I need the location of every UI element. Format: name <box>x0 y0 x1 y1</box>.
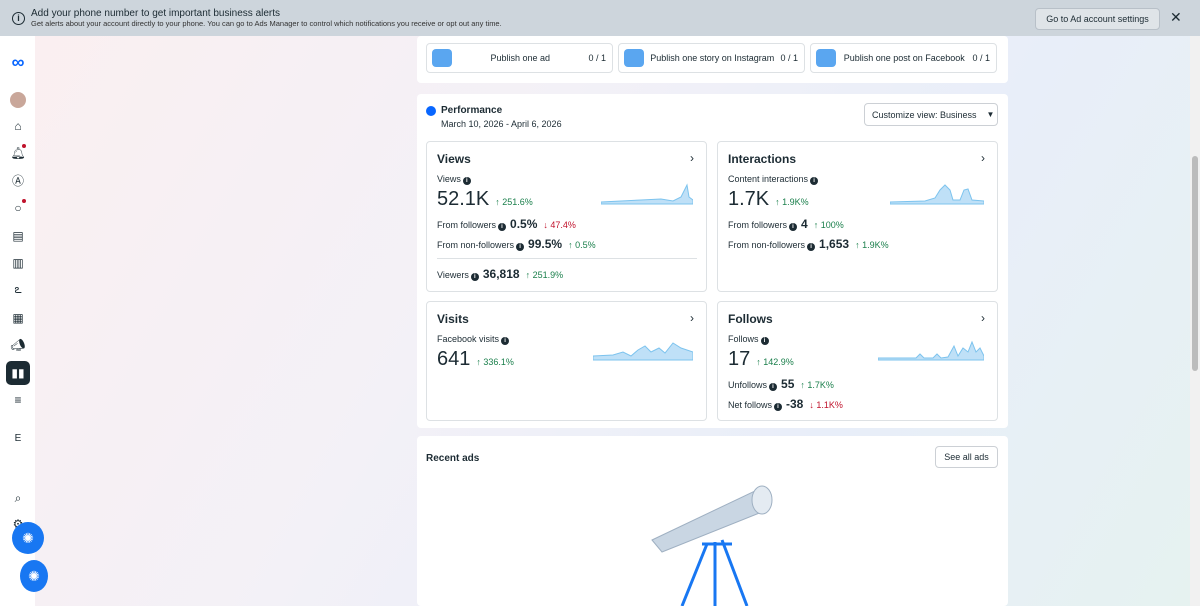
performance-card: Performance March 10, 2026 - April 6, 20… <box>417 94 1008 428</box>
megaphone-icon[interactable]: 📣︎ <box>6 333 30 357</box>
account-initial[interactable]: E <box>6 426 30 450</box>
calendar-icon[interactable]: ▦ <box>6 306 30 330</box>
notifications-icon[interactable]: 🔔︎ <box>6 141 30 165</box>
chevron-right-icon[interactable]: › <box>981 311 985 325</box>
assistant-icon[interactable]: ✺ <box>12 522 44 554</box>
ad-icon <box>432 49 452 67</box>
caret-down-icon: ▼ <box>986 110 995 119</box>
info-icon: i <box>12 11 25 25</box>
search-icon[interactable]: ⌕ <box>6 486 30 510</box>
task-publish-story[interactable]: Publish one story on Instagram 0 / 1 <box>618 43 805 73</box>
banner-title: Add your phone number to get important b… <box>31 8 281 19</box>
tasks-card: Publish one ad 0 / 1 Publish one story on… <box>417 36 1008 83</box>
ad-account-settings-button[interactable]: Go to Ad account settings <box>1035 8 1160 30</box>
monetization-icon[interactable]: ఽ <box>6 278 30 302</box>
visits-card[interactable]: Visits › Facebook visits i 641 ↑ 336.1% <box>426 301 707 421</box>
date-range: March 10, 2026 - April 6, 2026 <box>441 119 562 129</box>
avatar[interactable] <box>10 92 26 108</box>
scrollbar[interactable] <box>1190 36 1200 606</box>
scrollbar-thumb[interactable] <box>1192 156 1198 371</box>
banner-subtitle: Get alerts about your account directly t… <box>31 19 502 28</box>
contacts-icon[interactable]: ▤ <box>6 224 30 248</box>
chevron-right-icon[interactable]: › <box>690 311 694 325</box>
telescope-illustration <box>651 485 773 606</box>
sidebar: ∞ ⌂ 🔔︎ Ⓐ ○ ▤ ▥ ఽ ▦ 📣︎ ▮▮ ≡ E ⌕ ⚙ <box>0 36 35 606</box>
post-icon <box>816 49 836 67</box>
meta-logo-icon[interactable]: ∞ <box>6 50 30 74</box>
views-card[interactable]: Views › Views i 52.1K ↑ 251.6% From followe… <box>426 141 707 292</box>
see-all-ads-button[interactable]: See all ads <box>935 446 998 468</box>
recent-ads-card: Recent ads See all ads <box>417 436 1008 606</box>
views-sparkline <box>601 183 693 205</box>
help-icon[interactable]: ✺ <box>20 560 48 592</box>
visits-sparkline <box>593 342 693 361</box>
insights-icon[interactable]: ▮▮ <box>6 361 30 385</box>
inbox-icon[interactable]: ○ <box>6 196 30 220</box>
chevron-right-icon[interactable]: › <box>690 151 694 165</box>
performance-title: Performance <box>441 105 503 116</box>
menu-icon[interactable]: ≡ <box>6 388 30 412</box>
task-publish-post[interactable]: Publish one post on Facebook 0 / 1 <box>810 43 997 73</box>
info-icon: i <box>462 177 471 185</box>
chevron-right-icon[interactable]: › <box>981 151 985 165</box>
interactions-sparkline <box>890 184 984 205</box>
customize-view-dropdown[interactable]: Customize view: Business ▼ <box>864 103 998 126</box>
close-icon[interactable]: ✕ <box>1170 9 1182 26</box>
content-icon[interactable]: ▥ <box>6 251 30 275</box>
task-publish-ad[interactable]: Publish one ad 0 / 1 <box>426 43 613 73</box>
interactions-card[interactable]: Interactions › Content interactions i 1.7K… <box>717 141 998 292</box>
home-icon[interactable]: ⌂ <box>6 114 30 138</box>
alert-banner: i Add your phone number to get important… <box>0 0 1200 36</box>
follows-sparkline <box>878 340 984 361</box>
ads-icon[interactable]: Ⓐ <box>6 168 30 192</box>
facebook-icon <box>426 106 436 116</box>
story-icon <box>624 49 644 67</box>
follows-card[interactable]: Follows › Follows i 17 ↑ 142.9% Unfollows i 5… <box>717 301 998 421</box>
recent-ads-title: Recent ads <box>426 453 480 464</box>
